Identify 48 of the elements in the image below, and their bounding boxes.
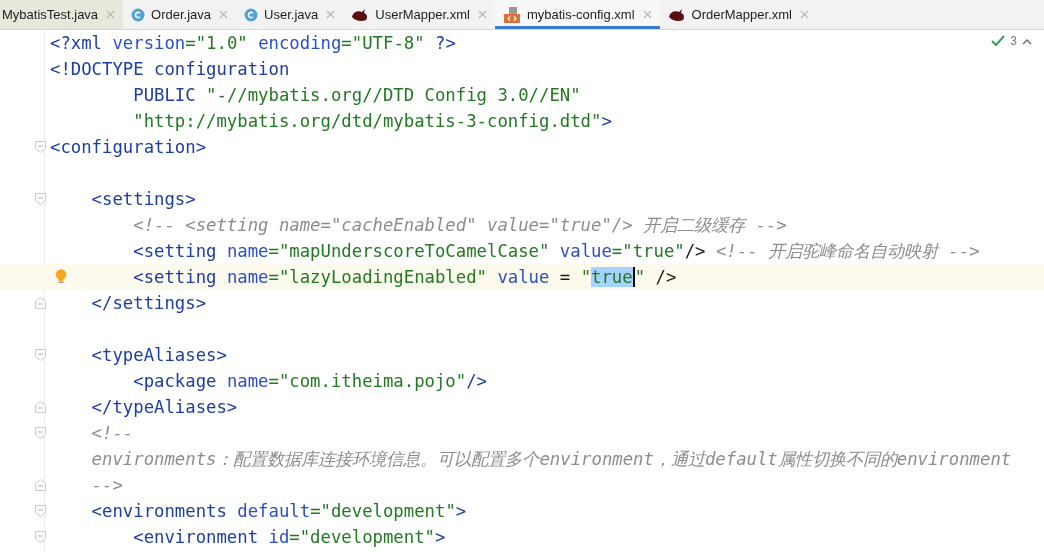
close-icon[interactable]	[326, 10, 336, 19]
code-line: -->	[90, 475, 123, 495]
code-line: <configuration>	[50, 137, 207, 157]
fold-icon[interactable]	[35, 427, 46, 439]
code-line: <environment id="development">	[132, 527, 446, 547]
editor-tab[interactable]: UserMapper.xml	[343, 0, 495, 29]
close-icon[interactable]	[106, 10, 116, 19]
editor-tab[interactable]: mybatis-config.xml	[494, 0, 660, 29]
code-line: PUBLIC "-//mybatis.org//DTD Config 3.0//EN"	[132, 85, 581, 105]
close-icon[interactable]	[800, 10, 809, 19]
editor-tab[interactable]: OrderMapper.xml	[659, 0, 817, 29]
code-line: <!-- <setting name="cacheEnabled" value="true"/> 开启二级缓存 -->	[132, 215, 787, 235]
close-icon[interactable]	[477, 10, 487, 19]
code-line: </settings>	[90, 293, 207, 313]
fold-icon[interactable]	[35, 401, 46, 413]
check-icon[interactable]	[991, 35, 1006, 47]
bird-icon	[667, 7, 686, 22]
fold-icon[interactable]	[35, 479, 46, 491]
close-icon[interactable]	[219, 10, 229, 19]
class-icon	[131, 7, 146, 22]
fold-icon[interactable]	[35, 505, 46, 517]
editor-tab[interactable]: Order.java	[123, 0, 237, 29]
fold-icon[interactable]	[35, 141, 46, 153]
code-line: <setting name="mapUnderscoreToCamelCase" value="true"/> <!-- 开启驼峰命名自动映射 -->	[132, 241, 980, 261]
code-line: <?xml version="1.0" encoding="UTF-8" ?>	[50, 33, 456, 53]
class-icon	[244, 7, 259, 22]
xml-file-icon	[502, 6, 521, 23]
code-line: environments：配置数据库连接环境信息。可以配置多个environment，通过default属性切换不同的environment	[90, 449, 1012, 469]
code-line: <typeAliases>	[90, 345, 227, 365]
code-line: </typeAliases>	[90, 397, 238, 417]
code-line: <!DOCTYPE configuration	[50, 59, 290, 79]
code-line: "http://mybatis.org/dtd/mybatis-3-config.dtd">	[132, 111, 612, 131]
code-line: <package name="com.itheima.pojo"/>	[132, 371, 487, 391]
lightbulb-icon[interactable]	[55, 269, 67, 284]
fold-icon[interactable]	[35, 193, 46, 205]
code-line: <environments default="development">	[90, 501, 467, 521]
close-icon[interactable]	[642, 10, 652, 19]
bird-icon	[351, 7, 370, 22]
caret-up-icon[interactable]	[1022, 37, 1032, 45]
code-line: <!--	[90, 423, 134, 443]
editor-tab[interactable]: User.java	[236, 0, 344, 29]
code-line: <setting name="lazyLoadingEnabled" value = "true" />	[132, 267, 677, 287]
code-line: <settings>	[90, 189, 196, 209]
fold-icon[interactable]	[35, 349, 46, 361]
inspection-count[interactable]: 3	[1010, 34, 1017, 48]
fold-icon[interactable]	[35, 531, 46, 543]
fold-icon[interactable]	[35, 297, 46, 309]
editor-tab[interactable]: MybatisTest.java	[0, 0, 124, 29]
